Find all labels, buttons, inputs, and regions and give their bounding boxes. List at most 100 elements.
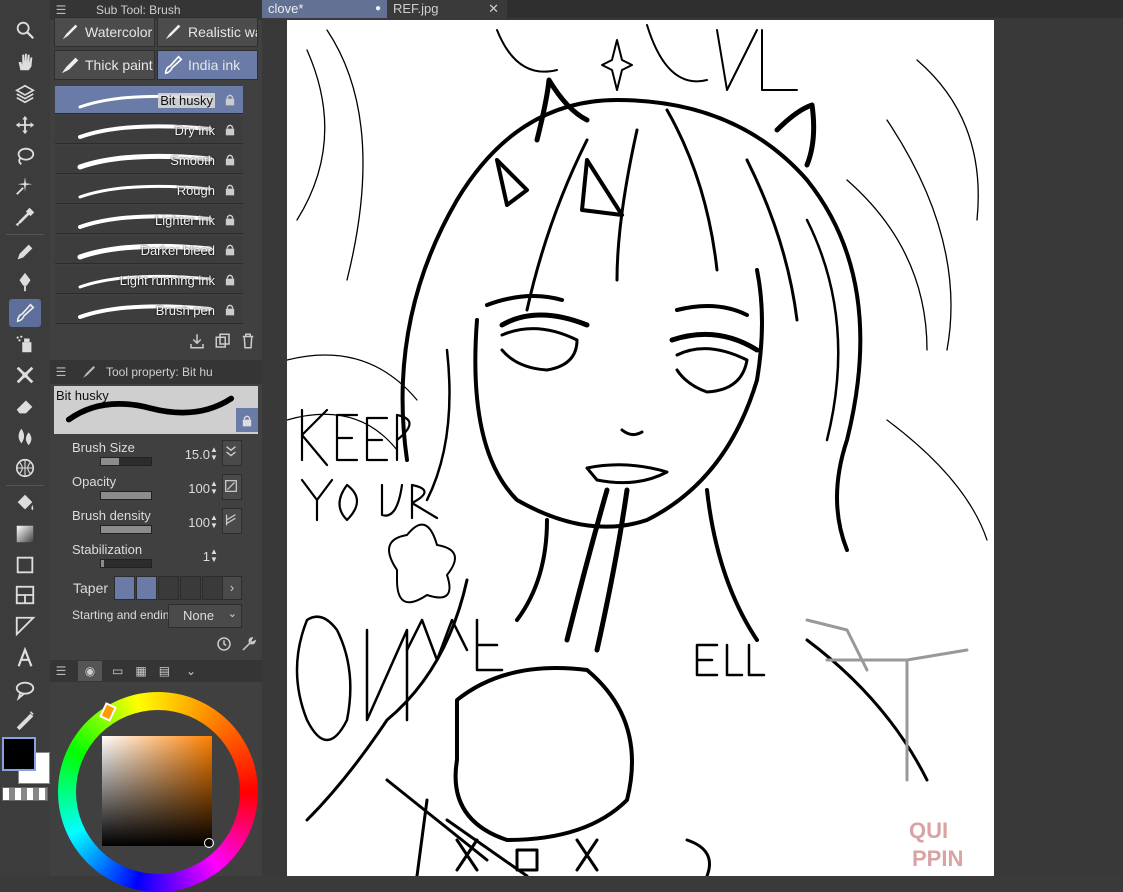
brush-item[interactable]: Rough xyxy=(55,176,243,204)
wrench-icon[interactable] xyxy=(240,635,258,653)
slider-fill xyxy=(101,492,151,499)
brush-label: Smooth xyxy=(170,153,215,168)
lock-icon[interactable] xyxy=(236,408,258,432)
layer-move-icon[interactable] xyxy=(9,80,41,108)
blend-icon[interactable] xyxy=(9,423,41,451)
brush-item[interactable]: Darker bleed xyxy=(55,236,243,264)
eyedropper-icon[interactable] xyxy=(9,203,41,231)
menu-icon[interactable]: ☰ xyxy=(54,664,68,678)
hue-ring[interactable] xyxy=(58,692,258,892)
brush-size-row[interactable]: Brush Size 15.0 ▲ ▼ xyxy=(72,440,242,470)
eraser-icon[interactable] xyxy=(9,392,41,420)
stabilization-row[interactable]: Stabilization 1 ▲ ▼ xyxy=(72,542,242,572)
group-watercolor[interactable]: Watercolor xyxy=(54,17,155,47)
group-thick-paint[interactable]: Thick paint xyxy=(54,50,155,80)
lock-icon[interactable] xyxy=(225,243,235,256)
taper-preset-4[interactable] xyxy=(180,576,201,600)
brush-size-slider[interactable] xyxy=(100,457,152,466)
spin-icon[interactable]: ▲ ▼ xyxy=(210,548,220,566)
brush-icon[interactable] xyxy=(9,299,41,327)
lock-icon[interactable] xyxy=(225,153,235,166)
brush-density-value[interactable]: 100 xyxy=(188,515,210,530)
brush-item[interactable]: Light running ink xyxy=(55,266,243,294)
tab-ref[interactable]: REF.jpg ✕ xyxy=(387,0,507,18)
lasso-icon[interactable] xyxy=(9,142,41,170)
color-swatches xyxy=(2,735,50,805)
lock-icon[interactable] xyxy=(225,303,235,316)
group-realistic-watercolor[interactable]: Realistic wa xyxy=(157,17,258,47)
brush-item[interactable]: Lighter ink xyxy=(55,206,243,234)
magic-wand-icon[interactable] xyxy=(9,172,41,200)
menu-icon[interactable]: ☰ xyxy=(54,365,68,379)
color-marker[interactable] xyxy=(204,838,214,848)
starting-ending-select[interactable]: None ⌄ xyxy=(168,604,242,628)
move-icon[interactable] xyxy=(9,111,41,139)
taper-preset-5[interactable] xyxy=(202,576,223,600)
starting-ending-row[interactable]: Starting and ending None ⌄ xyxy=(72,604,242,634)
taper-expand-button[interactable]: › xyxy=(222,576,242,600)
stabilization-slider[interactable] xyxy=(100,559,152,568)
figure-icon[interactable] xyxy=(9,454,41,482)
lock-icon[interactable] xyxy=(225,93,235,106)
taper-preset-3[interactable] xyxy=(158,576,179,600)
hand-icon[interactable] xyxy=(9,48,41,76)
zoom-icon[interactable] xyxy=(9,16,41,44)
balloon-icon[interactable] xyxy=(9,676,41,704)
spin-icon[interactable]: ▲ ▼ xyxy=(210,480,220,498)
taper-preset-2[interactable] xyxy=(136,576,157,600)
brush-item[interactable]: Dry ink xyxy=(55,116,243,144)
density-settings-button[interactable] xyxy=(222,508,242,534)
rectangle-icon[interactable] xyxy=(9,551,41,579)
text-icon[interactable] xyxy=(9,644,41,672)
pressure-settings-button[interactable] xyxy=(222,440,242,466)
color-wheel-tab-icon[interactable]: ◉ xyxy=(78,661,102,681)
tool-property-icon xyxy=(83,366,95,378)
menu-icon[interactable]: ☰ xyxy=(54,3,68,17)
import-subtool-icon[interactable] xyxy=(188,332,206,350)
stabilization-value[interactable]: 1 xyxy=(203,549,210,564)
color-set-tab-icon[interactable]: ▦ xyxy=(135,664,146,678)
reset-icon[interactable] xyxy=(215,635,233,653)
pencil-icon[interactable] xyxy=(9,238,41,266)
chevron-down-icon[interactable]: ⌄ xyxy=(186,664,196,678)
correction-icon[interactable] xyxy=(9,706,41,734)
lock-icon[interactable] xyxy=(225,213,235,226)
pen-icon[interactable] xyxy=(9,268,41,296)
decoration-icon[interactable] xyxy=(9,361,41,389)
airbrush-icon[interactable] xyxy=(9,330,41,358)
close-icon[interactable]: ✕ xyxy=(488,0,499,17)
lock-icon[interactable] xyxy=(225,273,235,286)
brush-density-slider[interactable] xyxy=(100,525,152,534)
opacity-row[interactable]: Opacity 100 ▲ ▼ xyxy=(72,474,242,504)
lock-icon[interactable] xyxy=(225,123,235,136)
subtool-panel: ☰ Sub Tool: Brush Watercolor Realistic w… xyxy=(50,0,308,360)
brush-size-value[interactable]: 15.0 xyxy=(185,447,210,462)
saturation-value-square[interactable] xyxy=(102,736,212,846)
spin-icon[interactable]: ▲ ▼ xyxy=(210,446,220,464)
brush-item[interactable]: Brush pen xyxy=(55,296,243,324)
main-color-swatch[interactable] xyxy=(2,737,36,771)
tab-clove[interactable]: clove* ● xyxy=(262,0,387,18)
brush-density-row[interactable]: Brush density 100 ▲ ▼ xyxy=(72,508,242,538)
lock-icon[interactable] xyxy=(225,183,235,196)
delete-subtool-icon[interactable] xyxy=(239,332,257,350)
color-slider-tab-icon[interactable]: ▭ xyxy=(112,664,123,678)
opacity-settings-button[interactable] xyxy=(222,474,242,500)
group-india-ink[interactable]: India ink xyxy=(157,50,258,80)
transparent-color-swatch[interactable] xyxy=(2,787,48,801)
ruler-icon[interactable] xyxy=(9,612,41,640)
brush-item[interactable]: Smooth xyxy=(55,146,243,174)
drawing-canvas[interactable]: QUI PPIN xyxy=(287,20,994,876)
duplicate-subtool-icon[interactable] xyxy=(214,332,232,350)
gradient-icon[interactable] xyxy=(9,520,41,548)
unsaved-dot-icon[interactable]: ● xyxy=(375,0,381,17)
opacity-value[interactable]: 100 xyxy=(188,481,210,496)
fill-icon[interactable] xyxy=(9,489,41,517)
hue-marker[interactable] xyxy=(99,702,117,722)
frame-icon[interactable] xyxy=(9,581,41,609)
brush-item[interactable]: Bit husky xyxy=(55,86,243,114)
taper-preset-1[interactable] xyxy=(114,576,135,600)
color-history-tab-icon[interactable]: ▤ xyxy=(159,664,170,678)
opacity-slider[interactable] xyxy=(100,491,152,500)
spin-icon[interactable]: ▲ ▼ xyxy=(210,514,220,532)
